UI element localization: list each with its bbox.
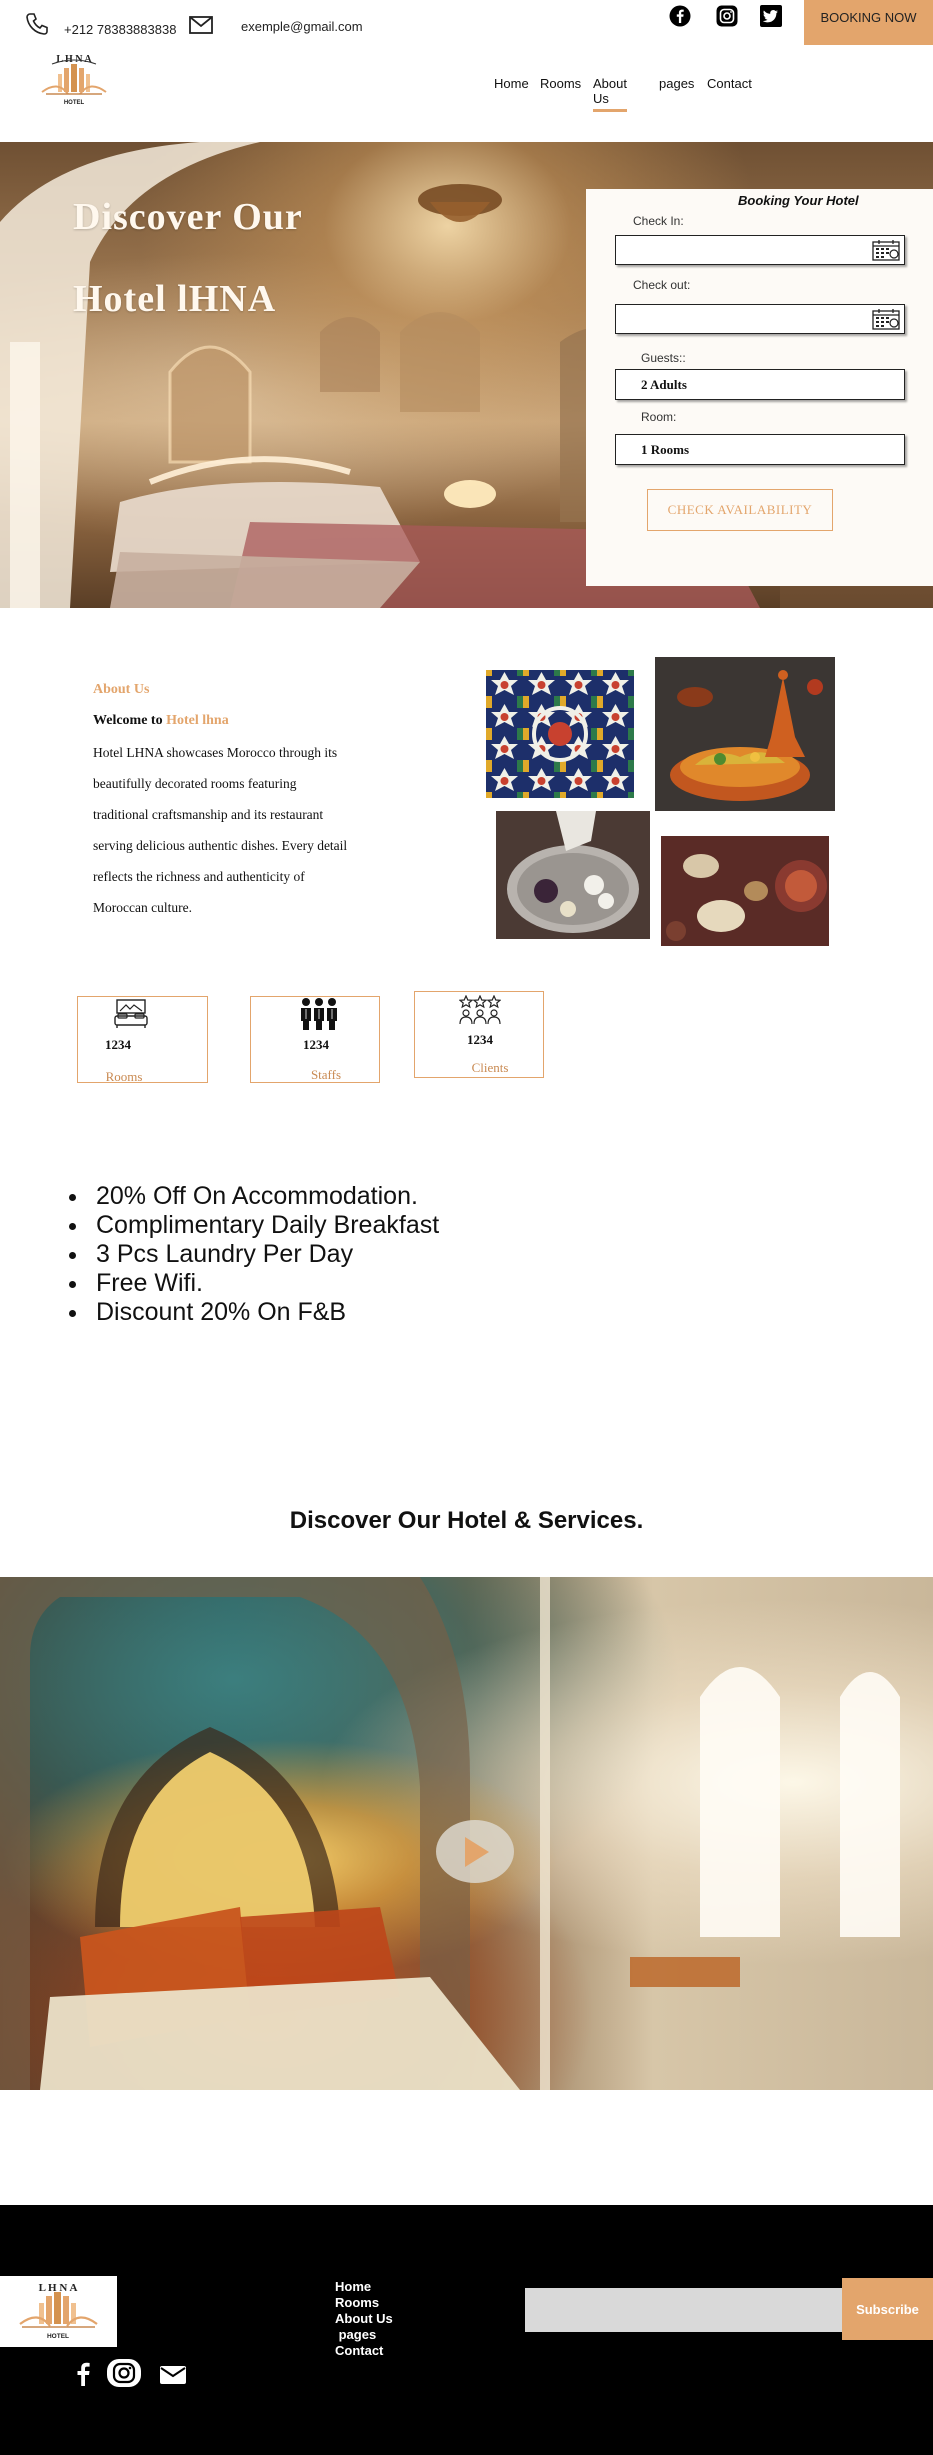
stat-card-staffs: 1234 Staffs [250,996,380,1083]
check-out-label: Check out: [633,278,691,292]
bed-icon [113,999,149,1029]
nav-item-about-us[interactable]: About Us [593,76,627,112]
footer-nav: Home Rooms About Us pages Contact [335,2279,455,2359]
about-line: traditional craftsmanship and its restau… [93,807,324,822]
about-line: Moroccan culture. [93,900,192,915]
about-label: About Us [93,682,150,697]
footer-link-contact[interactable]: Contact [335,2343,455,2359]
nav-item-pages[interactable]: pages [659,76,694,91]
hero-title-line2: Hotel lHNA [73,278,277,320]
services-video[interactable] [0,1577,933,2090]
list-item: Complimentary Daily Breakfast [90,1211,560,1240]
about-line: reflects the richness and authenticity o… [93,869,305,884]
stat-number: 1234 [105,1037,131,1052]
svg-text:L H N A: L H N A [56,54,92,65]
play-icon[interactable] [465,1837,489,1867]
services-title: Discover Our Hotel & Services. [289,1507,644,1534]
clients-icon [458,994,502,1025]
about-line: beautifully decorated rooms featuring [93,776,297,791]
mail-icon [189,16,213,34]
twitter-icon[interactable] [759,4,783,28]
nav-item-home[interactable]: Home [494,76,529,91]
stat-card-rooms: 1234 Rooms [77,996,208,1084]
stat-label: Rooms [105,1069,143,1084]
stat-label: Staffs [310,1067,342,1082]
logo[interactable]: L H N A HOTEL [38,52,110,108]
list-item: 3 Pcs Laundry Per Day [90,1240,560,1269]
footer: L H N A HOTEL Home Rooms About Us pages … [0,2205,933,2455]
mosaic-tile-image [486,670,634,798]
welcome-heading: Welcome to Hotel lhna [93,713,229,729]
list-item: Free Wifi. [90,1269,560,1298]
phone-icon [24,11,50,37]
facebook-icon[interactable] [75,2362,91,2386]
play-button[interactable] [436,1820,514,1883]
room-label: Room: [641,410,677,424]
footer-logo[interactable]: L H N A HOTEL [0,2276,117,2347]
welcome-prefix: Welcome to [93,713,163,728]
svg-text:HOTEL: HOTEL [64,100,85,106]
room-select[interactable]: 1 Rooms [615,434,905,465]
footer-link-pages[interactable]: pages [335,2327,455,2343]
nav-item-rooms[interactable]: Rooms [540,76,581,91]
check-out-field[interactable] [615,304,905,334]
footer-link-rooms[interactable]: Rooms [335,2295,455,2311]
calendar-icon[interactable] [872,239,900,261]
guests-label: Guests:: [641,351,686,365]
stat-number: 1234 [467,1032,493,1047]
topbar: +212 78383883838 exemple@gmail.com BOOKI… [0,0,933,50]
subscribe-button[interactable]: Subscribe [842,2278,933,2340]
hero-title-line1: Discover Our [73,196,303,238]
instagram-icon[interactable] [715,4,739,28]
perks-list: 20% Off On Accommodation. Complimentary … [60,1182,560,1327]
guests-select[interactable]: 2 Adults [615,369,905,400]
booking-now-button[interactable]: BOOKING NOW [804,0,933,45]
about-line: serving delicious authentic dishes. Ever… [93,838,348,853]
footer-link-home[interactable]: Home [335,2279,455,2295]
stat-label: Clients [471,1060,509,1075]
check-in-field[interactable] [615,235,905,265]
booking-panel: Booking Your Hotel Check In: Check out: … [586,189,933,586]
tagine-dish-image [655,657,835,811]
tea-service-image [496,811,650,939]
phone-number[interactable]: +212 78383883838 [64,22,176,37]
stat-card-clients: 1234 Clients [414,991,544,1078]
mail-icon[interactable] [160,2366,186,2384]
check-availability-button[interactable]: CHECK AVAILABILITY [647,489,833,531]
email-address[interactable]: exemple@gmail.com [241,19,363,34]
subscribe-email-input[interactable] [525,2288,845,2332]
list-item: 20% Off On Accommodation. [90,1182,560,1211]
booking-title: Booking Your Hotel [738,193,859,208]
stat-number: 1234 [303,1037,329,1052]
list-item: Discount 20% On F&B [90,1298,560,1327]
svg-text:HOTEL: HOTEL [47,2333,69,2340]
instagram-icon[interactable] [106,2358,142,2388]
moroccan-table-image [661,836,829,946]
about-paragraph: Hotel LHNA showcases Morocco through its… [93,737,423,923]
footer-link-about-us[interactable]: About Us [335,2311,455,2327]
check-in-label: Check In: [633,214,684,228]
staff-icon [298,997,340,1031]
facebook-icon[interactable] [668,4,692,28]
about-line: Hotel LHNA showcases Morocco through its [93,745,338,760]
calendar-icon[interactable] [872,308,900,330]
nav-item-contact[interactable]: Contact [707,76,752,91]
welcome-highlight: Hotel lhna [166,713,229,728]
